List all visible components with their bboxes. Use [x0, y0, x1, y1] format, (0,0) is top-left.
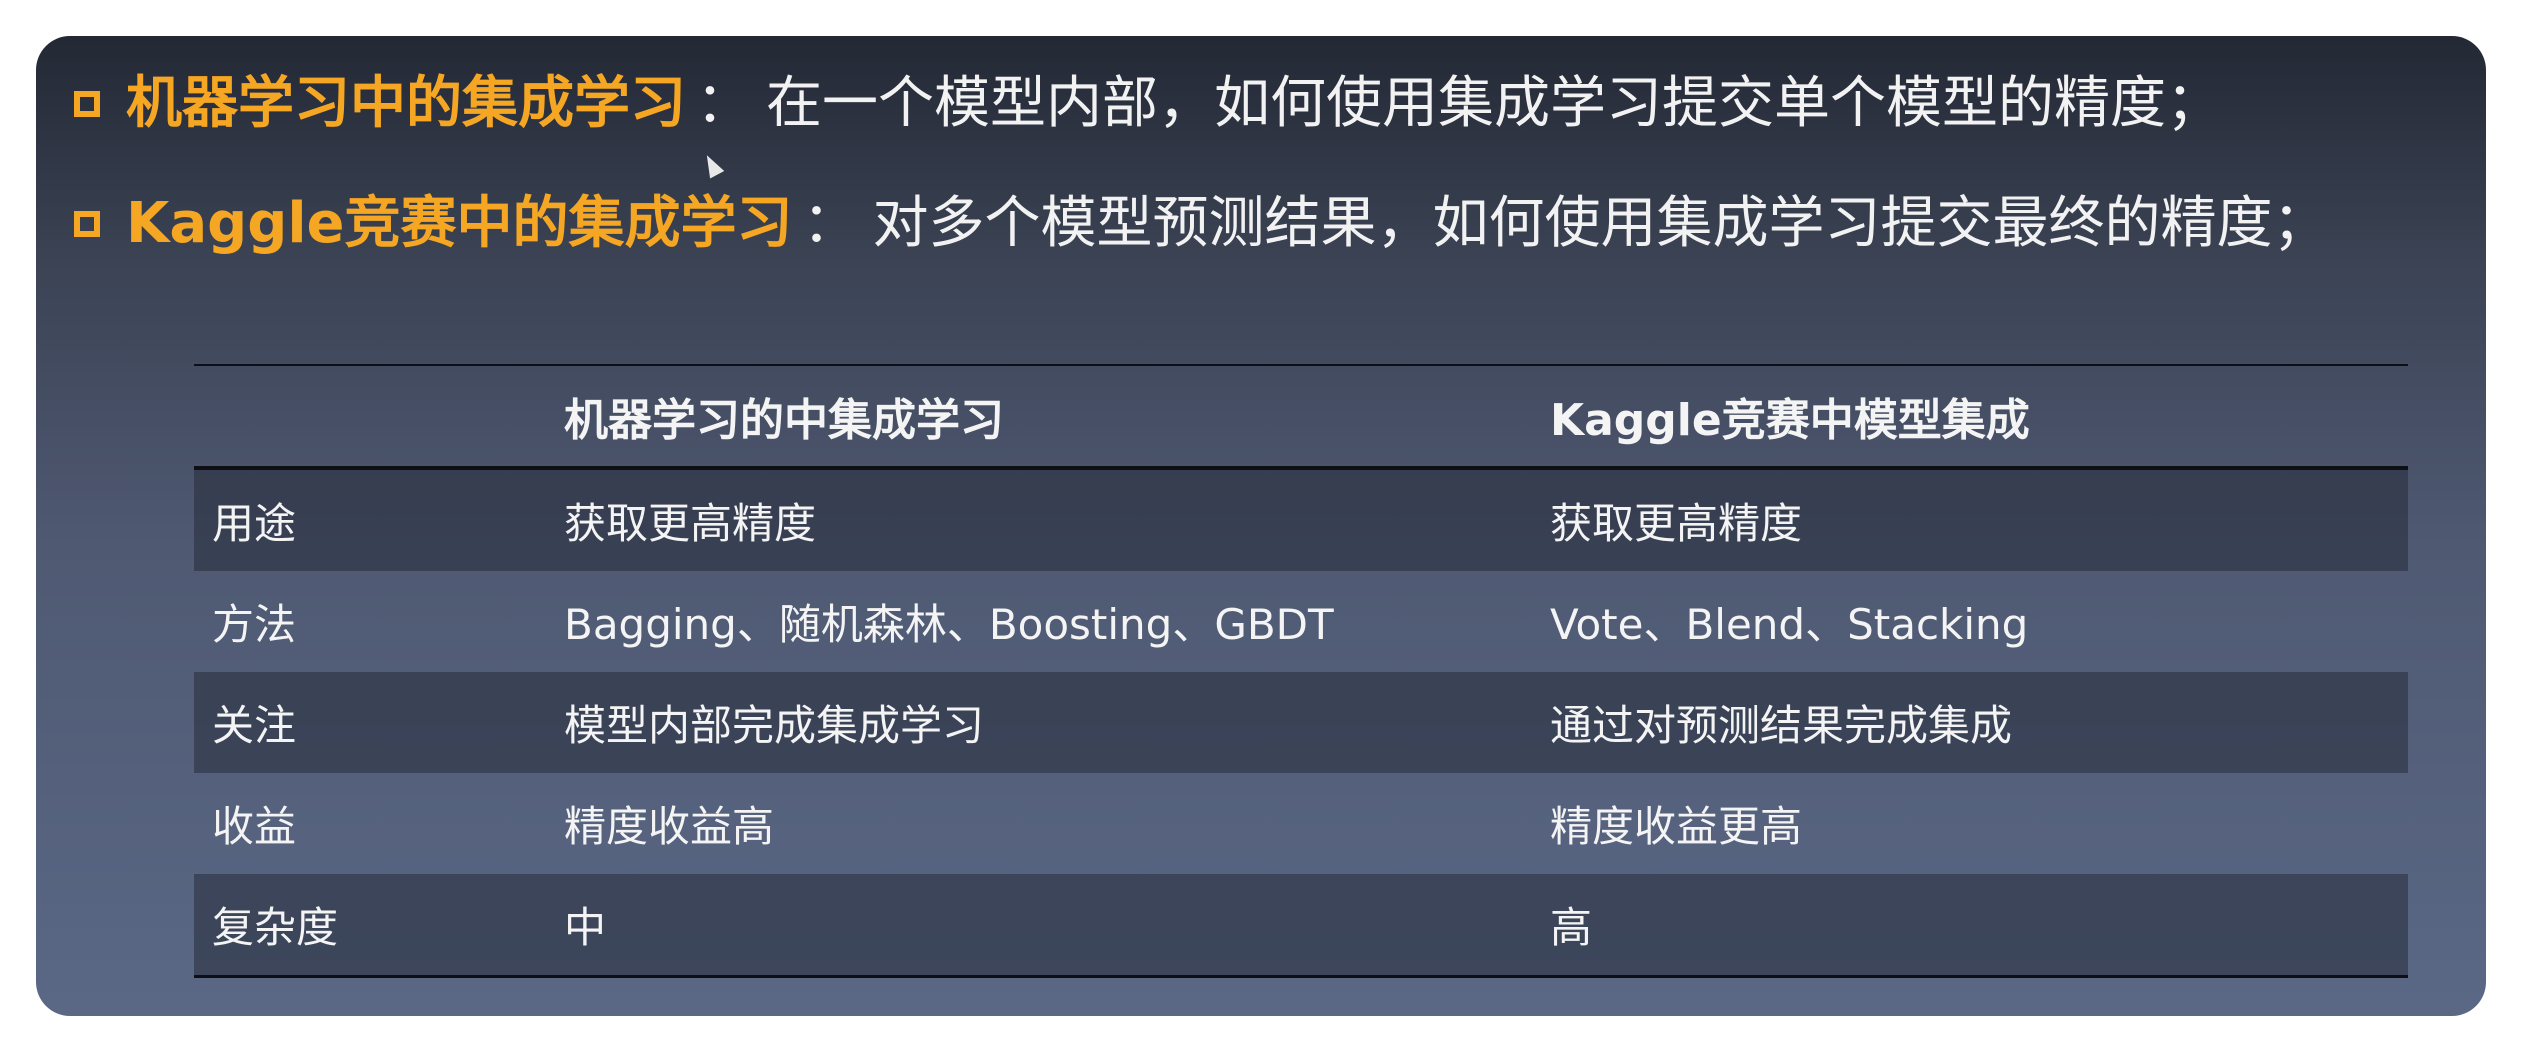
table-row: 关注 模型内部完成集成学习 通过对预测结果完成集成	[194, 672, 2408, 773]
table-row: 复杂度 中 高	[194, 874, 2408, 978]
bullet-separator: ：	[802, 191, 859, 256]
row-value-ml: 获取更高精度	[564, 468, 1550, 571]
header-cell-empty	[194, 366, 564, 470]
row-label: 关注	[194, 672, 564, 773]
row-value-kaggle: 高	[1550, 874, 2408, 978]
row-label: 方法	[212, 600, 297, 649]
table-row: 收益 精度收益高 精度收益更高	[194, 773, 2408, 874]
bullet-separator: ：	[696, 71, 752, 136]
bullet-item-kaggle-ensemble: Kaggle竞赛中的集成学习 ： 对多个模型预测结果，如何使用集成学习提交最终的…	[74, 196, 2329, 252]
square-bullet-icon	[74, 211, 100, 237]
square-bullet-icon	[74, 91, 100, 117]
bullet-highlight: 机器学习中的集成学习	[126, 71, 686, 136]
table-header-row: 机器学习的中集成学习 Kaggle竞赛中模型集成	[194, 366, 2408, 470]
header-cell-ml-ensemble: 机器学习的中集成学习	[564, 366, 1550, 470]
bullet-description: 对多个模型预测结果，如何使用集成学习提交最终的精度；	[872, 191, 2329, 256]
comparison-table: 机器学习的中集成学习 Kaggle竞赛中模型集成 用途 获取更高精度 获取更高精…	[194, 366, 2408, 978]
row-value-ml: 精度收益高	[564, 802, 775, 851]
comparison-table-wrapper: 机器学习的中集成学习 Kaggle竞赛中模型集成 用途 获取更高精度 获取更高精…	[194, 364, 2408, 978]
row-label: 收益	[212, 802, 297, 851]
header-cell-kaggle-ensemble: Kaggle竞赛中模型集成	[1550, 366, 2408, 470]
bullet-highlight: Kaggle竞赛中的集成学习	[126, 191, 793, 256]
mouse-pointer-icon	[699, 151, 725, 179]
row-label: 复杂度	[194, 874, 564, 978]
row-label: 用途	[194, 468, 564, 571]
row-value-kaggle: 通过对预测结果完成集成	[1550, 672, 2408, 773]
slide-panel: 机器学习中的集成学习 ： 在一个模型内部，如何使用集成学习提交单个模型的精度； …	[36, 36, 2486, 1016]
bullet-description: 在一个模型内部，如何使用集成学习提交单个模型的精度；	[766, 71, 2222, 136]
row-value-kaggle: Vote、Blend、Stacking	[1550, 600, 2029, 649]
bullet-item-ml-ensemble: 机器学习中的集成学习 ： 在一个模型内部，如何使用集成学习提交单个模型的精度；	[74, 76, 2222, 132]
row-value-kaggle: 精度收益更高	[1550, 802, 1803, 851]
table-row: 方法 Bagging、随机森林、Boosting、GBDT Vote、Blend…	[194, 571, 2408, 672]
row-value-ml: 中	[564, 874, 1550, 978]
row-value-ml: 模型内部完成集成学习	[564, 672, 1550, 773]
table-row: 用途 获取更高精度 获取更高精度	[194, 468, 2408, 571]
row-value-ml: Bagging、随机森林、Boosting、GBDT	[564, 600, 1334, 649]
row-value-kaggle: 获取更高精度	[1550, 468, 2408, 571]
